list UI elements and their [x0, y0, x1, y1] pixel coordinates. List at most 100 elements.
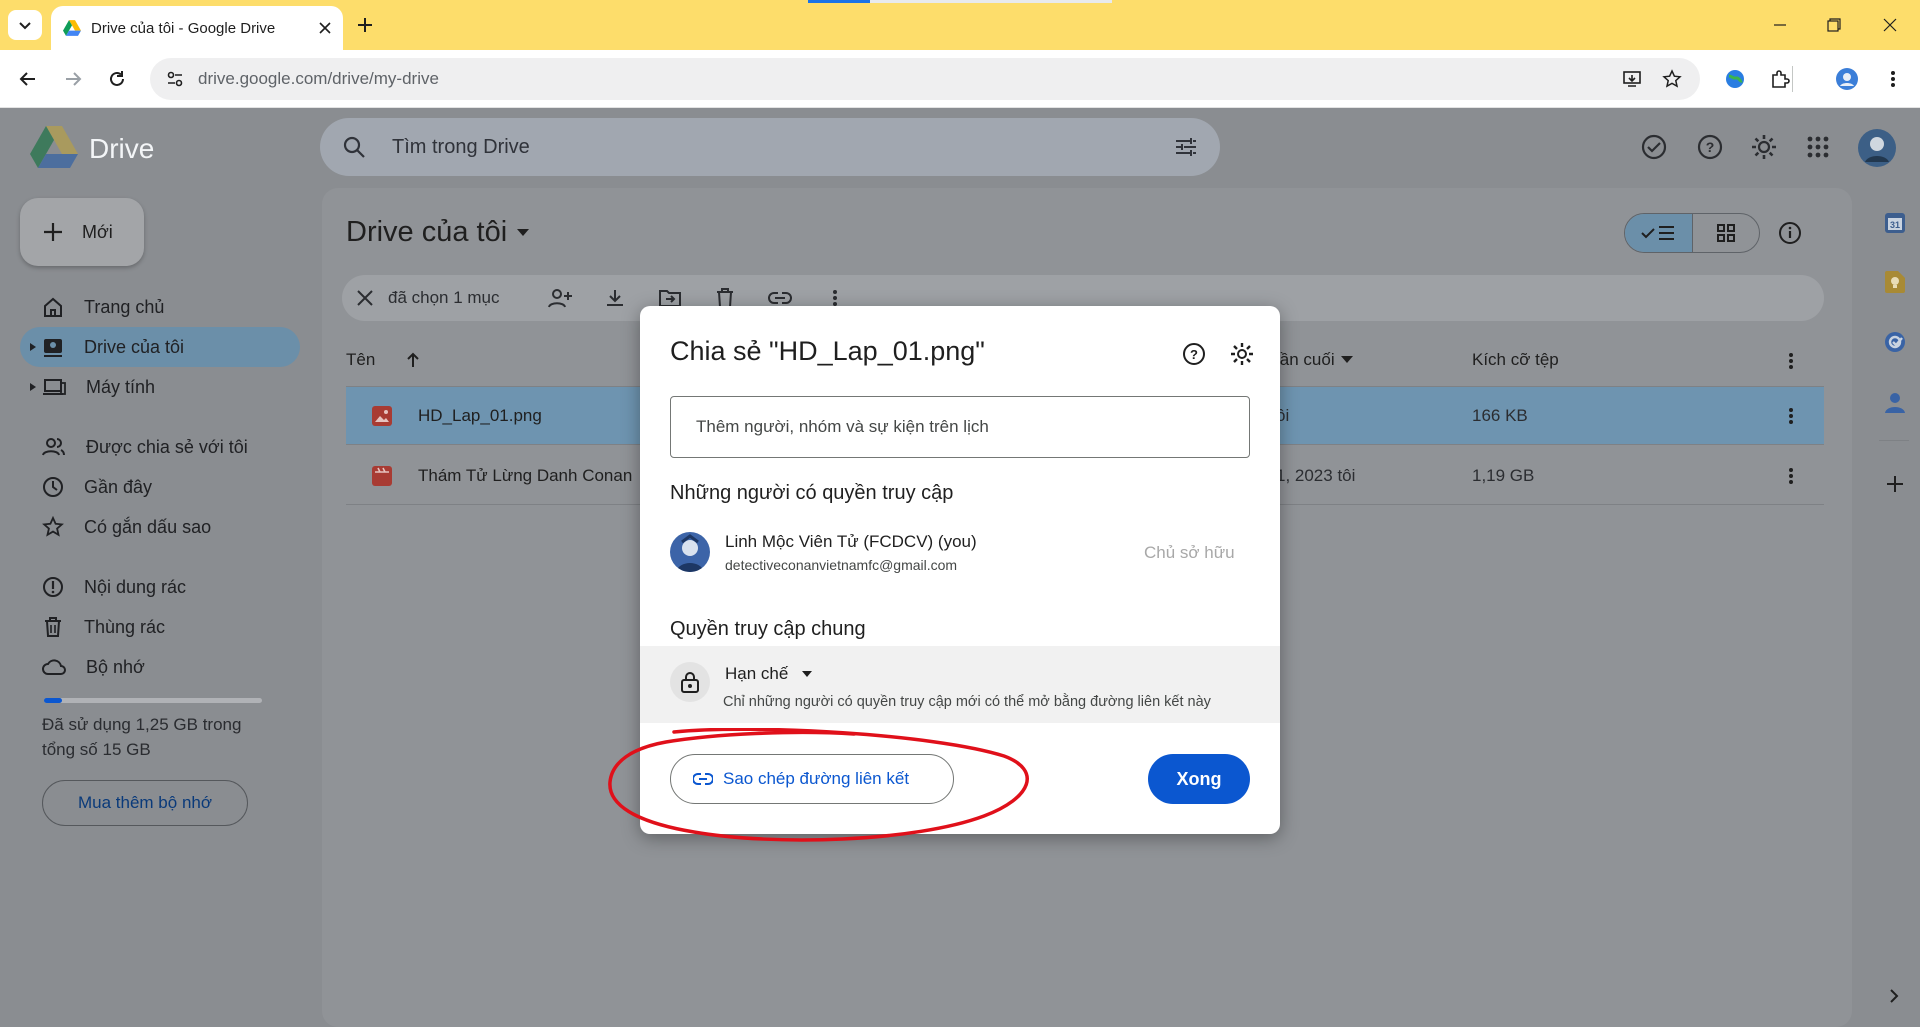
- person-avatar-icon: [670, 532, 710, 572]
- browser-tab[interactable]: Drive của tôi - Google Drive: [51, 6, 343, 50]
- person-role: Chủ sở hữu: [1144, 543, 1235, 562]
- column-header-name[interactable]: Tên: [346, 350, 421, 370]
- clock-icon: [43, 477, 63, 497]
- grid-view-button[interactable]: [1693, 214, 1760, 252]
- back-button[interactable]: [13, 64, 43, 94]
- get-addons-plus-icon[interactable]: [1886, 475, 1904, 493]
- expand-caret-icon[interactable]: [30, 343, 36, 351]
- storage-usage-fill: [44, 698, 62, 703]
- close-tab-icon[interactable]: [319, 22, 331, 34]
- new-tab-button[interactable]: [350, 10, 380, 40]
- expand-caret-icon[interactable]: [30, 383, 36, 391]
- drive-search-input[interactable]: Tìm trong Drive: [320, 118, 1220, 176]
- browser-menu-button[interactable]: [1878, 64, 1908, 94]
- calendar-icon[interactable]: 31: [1884, 212, 1906, 234]
- sidebar-item-storage[interactable]: Bộ nhớ: [20, 647, 300, 687]
- settings-gear-icon[interactable]: [1750, 133, 1778, 161]
- list-view-button[interactable]: [1625, 214, 1693, 252]
- offline-ready-icon[interactable]: [1640, 133, 1668, 161]
- extension-globe-button[interactable]: [1720, 64, 1750, 94]
- column-header-name-label: Tên: [346, 350, 376, 369]
- sidebar-item-computers[interactable]: Máy tính: [20, 367, 300, 407]
- more-vert-icon[interactable]: [1788, 352, 1794, 370]
- sidebar-item-label: Drive của tôi: [84, 336, 185, 357]
- more-vert-icon[interactable]: [1788, 467, 1794, 485]
- drive-logo-text: Drive: [89, 133, 155, 164]
- share-button[interactable]: [545, 283, 575, 313]
- page-title[interactable]: Drive của tôi: [346, 216, 530, 249]
- install-app-icon[interactable]: [1622, 69, 1642, 89]
- arrow-left-icon: [19, 72, 35, 86]
- add-people-placeholder: Thêm người, nhóm và sự kiện trên lịch: [696, 417, 989, 436]
- sidebar-item-label: Nội dung rác: [84, 576, 187, 597]
- computer-icon: [43, 379, 66, 395]
- lock-badge: [670, 662, 710, 702]
- tab-title: Drive của tôi - Google Drive: [91, 19, 276, 37]
- column-header-modified[interactable]: lần cuối: [1276, 350, 1353, 370]
- reload-icon: [110, 71, 124, 86]
- help-icon[interactable]: ?: [1696, 133, 1724, 161]
- view-toggle[interactable]: [1624, 213, 1760, 253]
- apps-grid-icon[interactable]: [1806, 135, 1830, 159]
- sidebar-item-starred[interactable]: Có gắn dấu sao: [20, 507, 300, 547]
- keep-notes-icon[interactable]: [1885, 271, 1905, 293]
- plus-icon: [358, 18, 372, 32]
- minimize-button[interactable]: [1752, 0, 1808, 50]
- general-access-heading: Quyền truy cập chung: [670, 618, 866, 640]
- spam-icon: [43, 577, 63, 597]
- avatar: [670, 532, 710, 572]
- access-level-label: Hạn chế: [725, 664, 789, 683]
- tab-strip-indicator: [808, 0, 870, 3]
- site-settings-icon[interactable]: [166, 70, 184, 88]
- access-level-dropdown[interactable]: Hạn chế: [725, 664, 813, 684]
- new-button-label: Mới: [82, 221, 113, 242]
- file-name: Thám Tử Lừng Danh Conan: [418, 466, 633, 485]
- sidebar-item-recent[interactable]: Gần đây: [20, 467, 300, 507]
- more-vert-icon: [832, 290, 837, 306]
- settings-gear-icon[interactable]: [1230, 342, 1254, 366]
- restore-button[interactable]: [1806, 0, 1862, 50]
- more-vert-icon: [1891, 71, 1895, 87]
- search-options-icon[interactable]: [1174, 135, 1198, 159]
- reload-button[interactable]: [102, 64, 132, 94]
- sidebar-item-shared[interactable]: Được chia sẻ với tôi: [20, 427, 300, 467]
- profile-button[interactable]: [1832, 64, 1862, 94]
- tasks-icon[interactable]: [1884, 331, 1906, 353]
- star-bookmark-icon[interactable]: [1662, 69, 1682, 89]
- chevron-right-icon[interactable]: [1889, 988, 1899, 1004]
- video-file-icon: [372, 466, 392, 486]
- help-icon[interactable]: ?: [1182, 342, 1206, 366]
- sidebar-item-home[interactable]: Trang chủ: [20, 287, 300, 327]
- sort-ascending-icon[interactable]: [405, 352, 421, 368]
- more-vert-icon[interactable]: [1788, 407, 1794, 425]
- share-dialog: Chia sẻ "HD_Lap_01.png" ? Thêm người, nh…: [640, 306, 1280, 834]
- close-window-button[interactable]: [1862, 0, 1918, 50]
- home-icon: [44, 297, 62, 317]
- buy-storage-button[interactable]: Mua thêm bộ nhớ: [42, 780, 248, 826]
- copy-link-button[interactable]: Sao chép đường liên kết: [670, 754, 954, 804]
- star-icon: [42, 516, 64, 537]
- tab-search-button[interactable]: [8, 10, 42, 40]
- sidebar-item-trash[interactable]: Thùng rác: [20, 607, 300, 647]
- new-button[interactable]: Mới: [20, 198, 144, 266]
- done-button[interactable]: Xong: [1148, 754, 1250, 804]
- column-header-size[interactable]: Kích cỡ tệp: [1472, 350, 1559, 370]
- sidebar-item-my-drive[interactable]: Drive của tôi: [20, 327, 300, 367]
- svg-text:?: ?: [1706, 139, 1715, 155]
- file-modified: 1, 2023 tôi: [1276, 466, 1356, 485]
- storage-usage-text: Đã sử dụng 1,25 GB trong tổng số 15 GB: [42, 715, 242, 759]
- my-drive-icon: [44, 339, 62, 357]
- address-bar[interactable]: drive.google.com/drive/my-drive: [150, 58, 1700, 100]
- download-button[interactable]: [600, 283, 630, 313]
- info-icon[interactable]: [1778, 221, 1802, 245]
- sidebar-item-spam[interactable]: Nội dung rác: [20, 567, 300, 607]
- add-people-input[interactable]: Thêm người, nhóm và sự kiện trên lịch: [670, 396, 1250, 458]
- contacts-icon[interactable]: [1885, 391, 1905, 413]
- extensions-button[interactable]: [1765, 64, 1795, 94]
- dialog-title: Chia sẻ "HD_Lap_01.png": [670, 336, 985, 366]
- clear-selection-icon[interactable]: [356, 289, 374, 307]
- access-level-description: Chỉ những người có quyền truy cập mới có…: [723, 694, 1211, 710]
- forward-button[interactable]: [58, 64, 88, 94]
- browser-toolbar: drive.google.com/drive/my-drive: [0, 50, 1920, 108]
- account-avatar-icon[interactable]: [1857, 128, 1897, 168]
